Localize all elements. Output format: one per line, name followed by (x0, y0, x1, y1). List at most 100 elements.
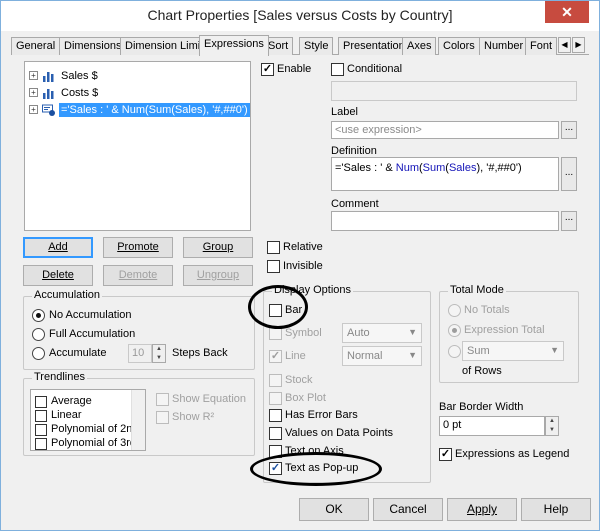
ok-button[interactable]: OK (299, 498, 369, 521)
expand-icon[interactable]: + (29, 71, 38, 80)
tab-dimensions[interactable]: Dimensions (59, 37, 127, 55)
box-plot-checkbox[interactable] (269, 392, 282, 405)
trendline-label: Average (51, 395, 92, 407)
full-accumulation-radio[interactable] (32, 328, 45, 341)
trendlines-list[interactable]: Average Linear Polynomial of 2nd d Polyn… (30, 389, 146, 451)
tab-axes[interactable]: Axes (402, 37, 437, 55)
box-plot-label: Box Plot (285, 392, 326, 404)
spin-down-icon[interactable]: ▼ (153, 354, 165, 363)
trendline-checkbox[interactable] (35, 438, 47, 450)
tab-general[interactable]: General (11, 37, 61, 55)
full-accumulation-label: Full Accumulation (49, 328, 136, 340)
group-button[interactable]: Group (183, 237, 253, 258)
line-checkbox[interactable]: ✓ (269, 350, 282, 363)
tab-strip: General Dimensions Dimension Limits Expr… (11, 35, 589, 56)
sum-select[interactable]: Sum ▼ (462, 341, 564, 361)
help-button[interactable]: Help (521, 498, 591, 521)
stock-checkbox[interactable] (269, 374, 282, 387)
definition-fn-sum: Sum (422, 162, 446, 174)
bar-chart-icon (43, 72, 54, 82)
accumulate-label: Accumulate (49, 347, 107, 359)
line-select[interactable]: Normal ▼ (342, 346, 422, 366)
tab-scroll-right[interactable]: ▶ (572, 37, 585, 53)
highlight-ellipse-bar (248, 285, 308, 329)
spin-up-icon[interactable]: ▲ (153, 345, 165, 354)
accumulation-title: Accumulation (32, 289, 103, 301)
tab-expressions[interactable]: Expressions (199, 35, 269, 56)
trendline-checkbox[interactable] (35, 410, 47, 422)
no-totals-radio[interactable] (448, 304, 461, 317)
conditional-checkbox[interactable] (331, 63, 344, 76)
tab-presentation[interactable]: Presentation (338, 37, 410, 55)
relative-checkbox[interactable] (267, 241, 280, 254)
demote-button[interactable]: Demote (103, 265, 173, 286)
sum-select-value: Sum (467, 345, 490, 357)
delete-label: Delete (42, 269, 74, 281)
enable-checkbox[interactable]: ✓ (261, 63, 274, 76)
label-edit-button[interactable]: ... (561, 121, 577, 139)
steps-input[interactable]: 10 (128, 344, 152, 363)
label-input[interactable]: <use expression> (331, 121, 559, 139)
steps-spinner[interactable]: ▲ ▼ (152, 344, 166, 363)
cancel-button[interactable]: Cancel (373, 498, 443, 521)
no-accumulation-radio[interactable] (32, 309, 45, 322)
show-equation-checkbox[interactable] (156, 393, 169, 406)
expressions-as-legend-label: Expressions as Legend (455, 448, 570, 460)
bar-border-width-spinner[interactable]: ▲ ▼ (545, 416, 559, 436)
comment-input[interactable] (331, 211, 559, 231)
definition-edit-button[interactable]: ... (561, 157, 577, 191)
tab-scroll-left[interactable]: ◀ (558, 37, 571, 53)
invisible-label: Invisible (283, 260, 323, 272)
ungroup-button[interactable]: Ungroup (183, 265, 253, 286)
chevron-down-icon: ▼ (408, 350, 417, 360)
trendline-checkbox[interactable] (35, 396, 47, 408)
definition-field-sales: Sales (448, 162, 477, 174)
condition-input[interactable] (331, 81, 577, 101)
add-label: Add (48, 241, 68, 253)
add-button[interactable]: Add (23, 237, 93, 258)
bar-border-width-input[interactable]: 0 pt (439, 416, 545, 436)
trendlines-title: Trendlines (32, 371, 87, 383)
comment-edit-button[interactable]: ... (561, 211, 577, 231)
accumulate-radio[interactable] (32, 347, 45, 360)
group-label: Group (202, 241, 234, 253)
apply-button[interactable]: Apply (447, 498, 517, 521)
expression-tree[interactable]: + Sales $ + Costs $ + ='Sales : ' & Num(… (24, 61, 251, 231)
chart-properties-dialog: Chart Properties [Sales versus Costs by … (0, 0, 600, 531)
no-accumulation-label: No Accumulation (49, 309, 132, 321)
expand-icon[interactable]: + (29, 105, 38, 114)
comment-title: Comment (331, 198, 379, 210)
spin-down-icon[interactable]: ▼ (546, 426, 558, 435)
tree-item-label: Sales $ (61, 70, 98, 82)
expand-icon[interactable]: + (29, 88, 38, 97)
values-on-data-points-checkbox[interactable] (269, 427, 282, 440)
has-error-bars-checkbox[interactable] (269, 409, 282, 422)
tree-item-label: Costs $ (61, 87, 99, 99)
expressions-as-legend-checkbox[interactable]: ✓ (439, 448, 452, 461)
promote-button[interactable]: Promote (103, 237, 173, 258)
tab-number[interactable]: Number (479, 37, 529, 55)
tab-font[interactable]: Font (525, 37, 558, 55)
ungroup-label: Ungroup (196, 269, 240, 281)
invisible-checkbox[interactable] (267, 260, 280, 273)
trendline-checkbox[interactable] (35, 424, 47, 436)
apply-label: Apply (466, 502, 498, 516)
sum-radio[interactable] (448, 345, 461, 358)
tab-style[interactable]: Style (299, 37, 334, 55)
tab-colors[interactable]: Colors (438, 37, 480, 55)
spin-up-icon[interactable]: ▲ (546, 417, 558, 426)
show-equation-label: Show Equation (172, 393, 246, 405)
trendlines-scrollbar[interactable] (131, 390, 145, 450)
close-button[interactable]: ✕ (545, 1, 589, 23)
expression-total-radio[interactable] (448, 324, 461, 337)
show-r2-checkbox[interactable] (156, 411, 169, 424)
symbol-select-value: Auto (347, 327, 370, 339)
definition-input[interactable]: ='Sales : ' & Num(Sum(Sales), '#,##0') (331, 157, 559, 191)
demote-label: Demote (118, 269, 158, 281)
delete-button[interactable]: Delete (23, 265, 93, 286)
enable-label: Enable (277, 63, 312, 75)
conditional-label: Conditional (347, 63, 403, 75)
symbol-select[interactable]: Auto ▼ (342, 323, 422, 343)
chevron-down-icon: ▼ (550, 345, 559, 355)
total-mode-title: Total Mode (448, 284, 506, 296)
